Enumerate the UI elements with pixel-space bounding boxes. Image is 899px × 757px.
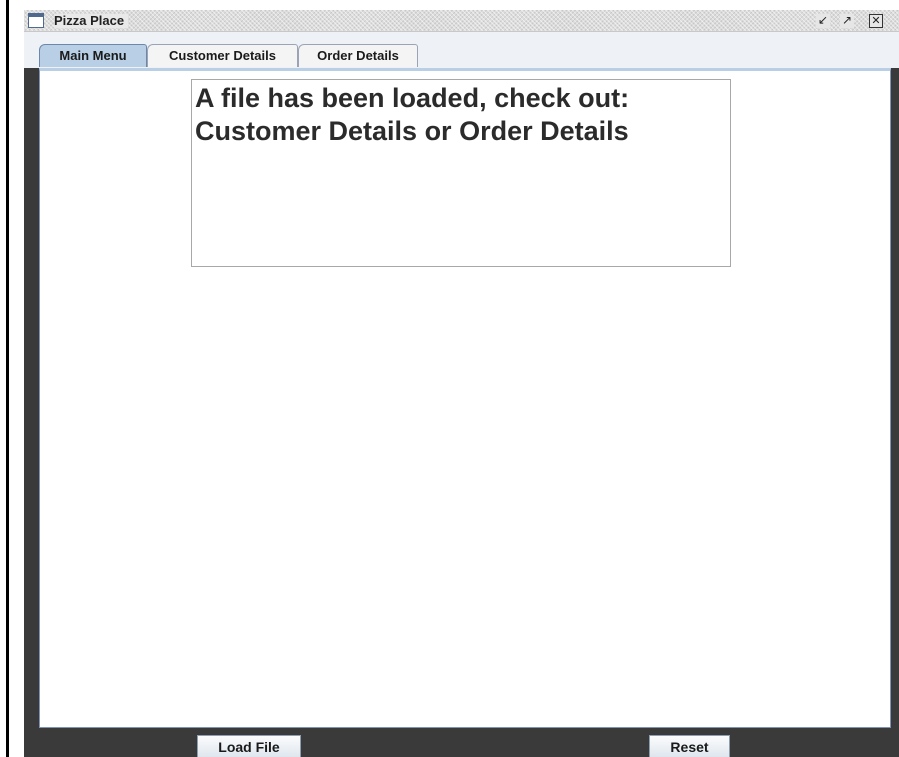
status-message-line-2: Customer Details or Order Details — [195, 116, 629, 146]
tab-order-details[interactable]: Order Details — [298, 44, 418, 67]
title-bar[interactable]: Pizza Place ↙ ↗ ✕ — [24, 10, 899, 32]
app-window: Pizza Place ↙ ↗ ✕ Main Menu Customer Det… — [24, 10, 899, 757]
tab-strip: Main Menu Customer Details Order Details — [24, 32, 899, 68]
load-file-button[interactable]: Load File — [197, 735, 301, 757]
tab-main-menu[interactable]: Main Menu — [39, 44, 147, 67]
main-menu-panel: A file has been loaded, check out: Custo… — [39, 68, 891, 728]
app-window-icon — [28, 13, 44, 28]
status-message-area: A file has been loaded, check out: Custo… — [191, 79, 731, 267]
maximize-icon[interactable]: ↗ — [840, 14, 854, 28]
status-message-line-1: A file has been loaded, check out: — [195, 83, 630, 113]
left-edge — [0, 0, 24, 757]
tab-customer-details[interactable]: Customer Details — [147, 44, 298, 67]
window-title: Pizza Place — [54, 14, 129, 28]
close-icon[interactable]: ✕ — [869, 14, 883, 28]
reset-button[interactable]: Reset — [649, 735, 730, 757]
left-edge-line — [6, 0, 9, 757]
minimize-icon[interactable]: ↙ — [816, 14, 830, 28]
